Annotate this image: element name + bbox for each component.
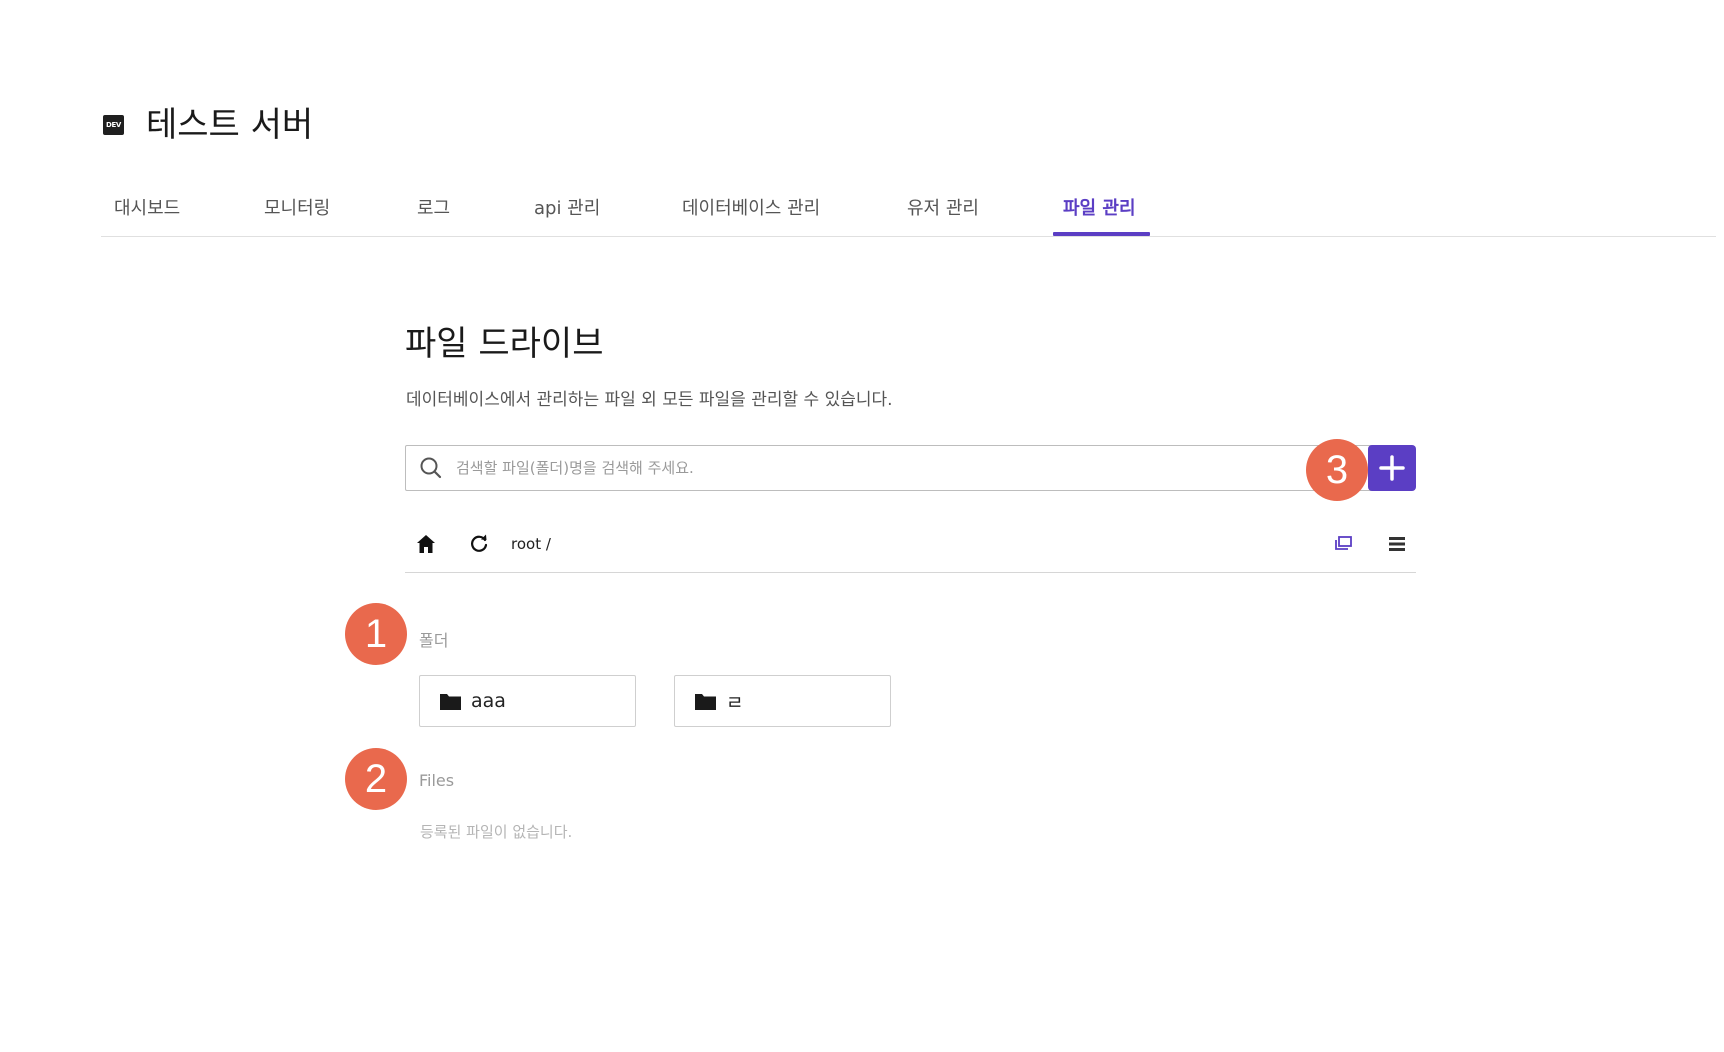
folder-icon xyxy=(695,693,716,710)
annotation-marker-1: 1 xyxy=(345,603,407,665)
add-button[interactable] xyxy=(1368,445,1416,491)
search-icon xyxy=(420,457,442,479)
tab-database[interactable]: 데이터베이스 관리 xyxy=(682,194,820,220)
annotation-marker-2: 2 xyxy=(345,748,407,810)
annotation-marker-3: 3 xyxy=(1306,439,1368,501)
tab-dashboard[interactable]: 대시보드 xyxy=(114,194,180,220)
search-box xyxy=(405,445,1409,491)
files-section-label: Files xyxy=(419,771,455,790)
folder-item[interactable]: aaa xyxy=(419,675,636,727)
folder-icon xyxy=(440,693,461,710)
page-title: 파일 드라이브 xyxy=(405,324,604,364)
refresh-icon xyxy=(471,534,488,552)
path-breadcrumb: root / xyxy=(511,535,551,553)
server-title: 테스트 서버 xyxy=(146,105,314,145)
page: DEV 테스트 서버 대시보드 모니터링 로그 api 관리 데이터베이스 관리… xyxy=(0,0,1724,1052)
tab-api[interactable]: api 관리 xyxy=(534,194,600,220)
tab-logs[interactable]: 로그 xyxy=(417,194,450,220)
list-view-icon xyxy=(1389,537,1405,551)
refresh-button[interactable] xyxy=(464,530,494,558)
empty-files-message: 등록된 파일이 없습니다. xyxy=(420,823,573,841)
tab-monitoring[interactable]: 모니터링 xyxy=(264,194,330,220)
file-toolbar: root / xyxy=(405,522,1416,573)
active-tab-indicator xyxy=(1053,232,1150,236)
tab-files[interactable]: 파일 관리 xyxy=(1063,194,1136,220)
folder-item[interactable]: ㄹ xyxy=(674,675,891,727)
gallery-view-icon xyxy=(1335,536,1352,550)
home-icon xyxy=(417,535,435,553)
page-description: 데이터베이스에서 관리하는 파일 외 모든 파일을 관리할 수 있습니다. xyxy=(406,390,893,410)
dev-badge-icon: DEV xyxy=(103,115,124,135)
folder-name: ㄹ xyxy=(726,691,744,714)
tab-bar: 대시보드 모니터링 로그 api 관리 데이터베이스 관리 유저 관리 파일 관… xyxy=(101,184,1716,237)
plus-icon xyxy=(1379,455,1405,481)
folders-section-label: 폴더 xyxy=(419,631,449,650)
grid-view-button[interactable] xyxy=(1329,530,1359,558)
search-input[interactable] xyxy=(454,458,1408,478)
list-view-button[interactable] xyxy=(1382,530,1412,558)
home-button[interactable] xyxy=(411,530,441,558)
server-header: DEV 테스트 서버 xyxy=(103,108,313,142)
folder-name: aaa xyxy=(471,690,506,712)
tab-users[interactable]: 유저 관리 xyxy=(907,194,979,220)
